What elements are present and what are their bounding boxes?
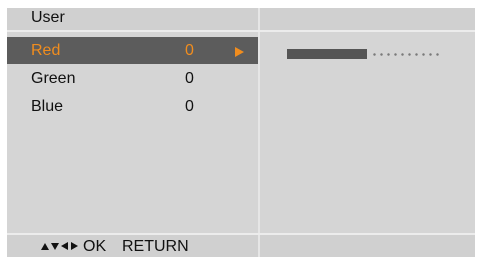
down-arrow-icon bbox=[51, 243, 59, 250]
osd-menu: User Red 0 Green 0 Blue 0 OK RETURN bbox=[7, 8, 475, 257]
right-arrow-icon[interactable] bbox=[235, 47, 244, 57]
level-slider-fill bbox=[287, 49, 367, 59]
menu-item-label: Blue bbox=[31, 98, 64, 115]
level-slider[interactable] bbox=[287, 49, 441, 59]
title-bar-right bbox=[260, 8, 475, 30]
footer-bar: OK RETURN bbox=[7, 235, 258, 257]
title-bar: User bbox=[7, 8, 258, 30]
menu-item-value: 0 bbox=[185, 98, 194, 115]
up-arrow-icon bbox=[41, 243, 49, 250]
return-hint: RETURN bbox=[122, 238, 189, 255]
right-arrow-icon bbox=[71, 242, 78, 250]
adjust-panel bbox=[260, 32, 475, 233]
menu-item-value: 0 bbox=[185, 42, 194, 59]
ok-hint: OK bbox=[83, 238, 107, 255]
left-arrow-icon bbox=[61, 242, 68, 250]
footer-bar-right bbox=[260, 235, 475, 257]
menu-item-green[interactable]: Green 0 bbox=[7, 65, 258, 92]
menu-list: Red 0 Green 0 Blue 0 bbox=[7, 32, 258, 233]
menu-item-value: 0 bbox=[185, 70, 194, 87]
menu-item-label: Green bbox=[31, 70, 76, 87]
menu-item-blue[interactable]: Blue 0 bbox=[7, 93, 258, 120]
menu-title: User bbox=[31, 9, 65, 26]
menu-item-label: Red bbox=[31, 42, 61, 59]
menu-item-red[interactable]: Red 0 bbox=[7, 37, 258, 64]
level-slider-dots bbox=[371, 53, 441, 56]
